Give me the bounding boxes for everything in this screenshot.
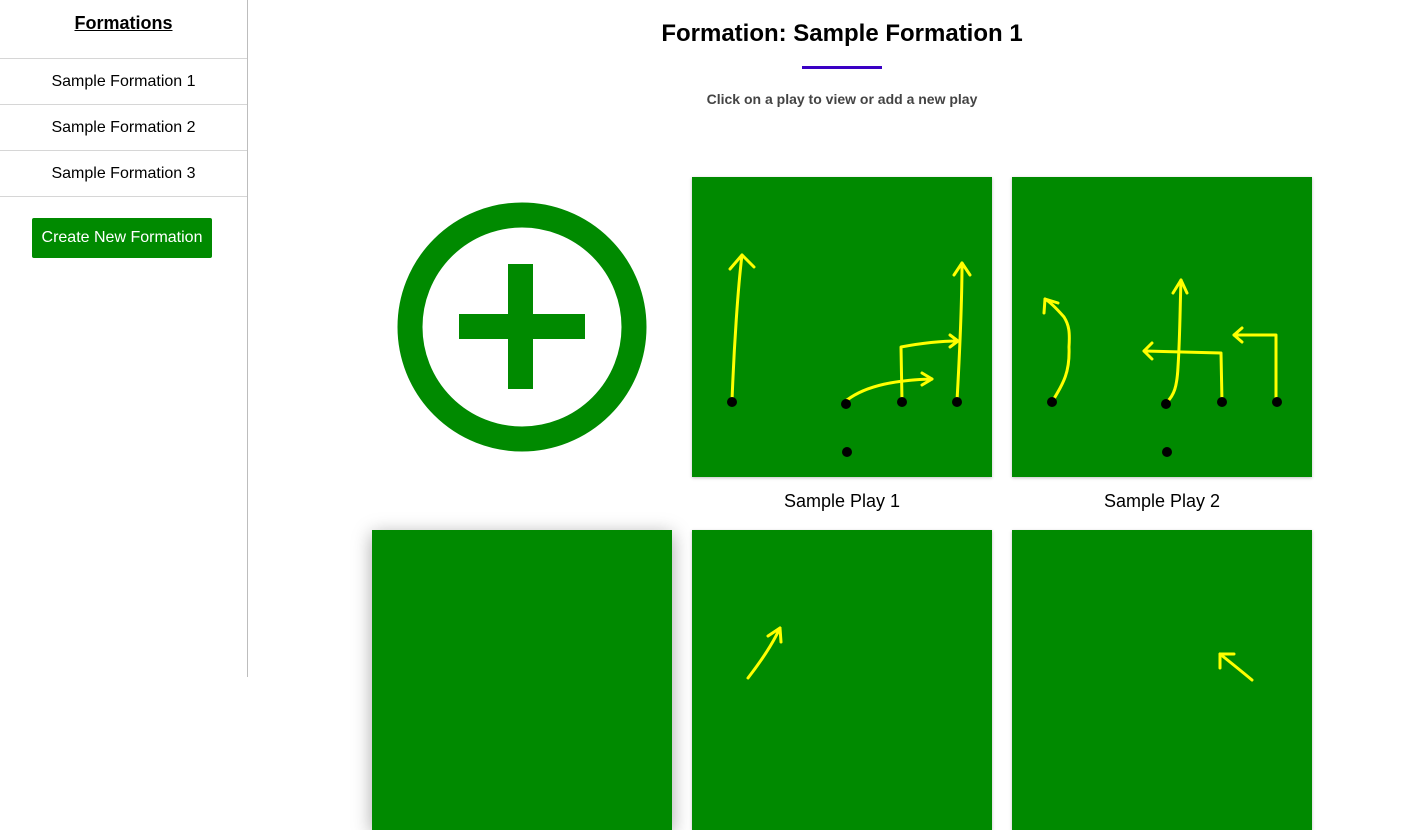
main-content: Formation: Sample Formation 1 Click on a…	[248, 0, 1428, 830]
play-card[interactable]	[692, 530, 992, 830]
page-title: Formation: Sample Formation 1	[661, 20, 1023, 47]
title-underline	[802, 66, 882, 69]
play-card[interactable]	[1012, 530, 1312, 830]
create-formation-button[interactable]: Create New Formation	[32, 218, 212, 258]
sidebar-item-sample-formation-2[interactable]: Sample Formation 2	[0, 105, 247, 151]
play-field	[692, 530, 992, 830]
play-field	[372, 530, 672, 830]
add-play-button[interactable]	[396, 201, 648, 453]
page-subtitle: Click on a play to view or add a new pla…	[706, 91, 978, 107]
sidebar-title: Formations	[0, 0, 247, 59]
play-card[interactable]	[372, 530, 672, 830]
sidebar: Formations Sample Formation 1 Sample For…	[0, 0, 248, 677]
play-label: Sample Play 2	[1103, 491, 1221, 511]
play-field	[1012, 177, 1312, 477]
play-card[interactable]: Sample Play 1	[692, 177, 992, 512]
sidebar-item-sample-formation-1[interactable]: Sample Formation 1	[0, 59, 247, 105]
play-field	[1012, 530, 1312, 830]
sidebar-item-sample-formation-3[interactable]: Sample Formation 3	[0, 151, 247, 197]
play-label: Sample Play 1	[783, 491, 901, 511]
play-field	[692, 177, 992, 477]
play-card[interactable]: Sample Play 2	[1012, 177, 1312, 512]
plus-circle-icon	[397, 202, 647, 452]
